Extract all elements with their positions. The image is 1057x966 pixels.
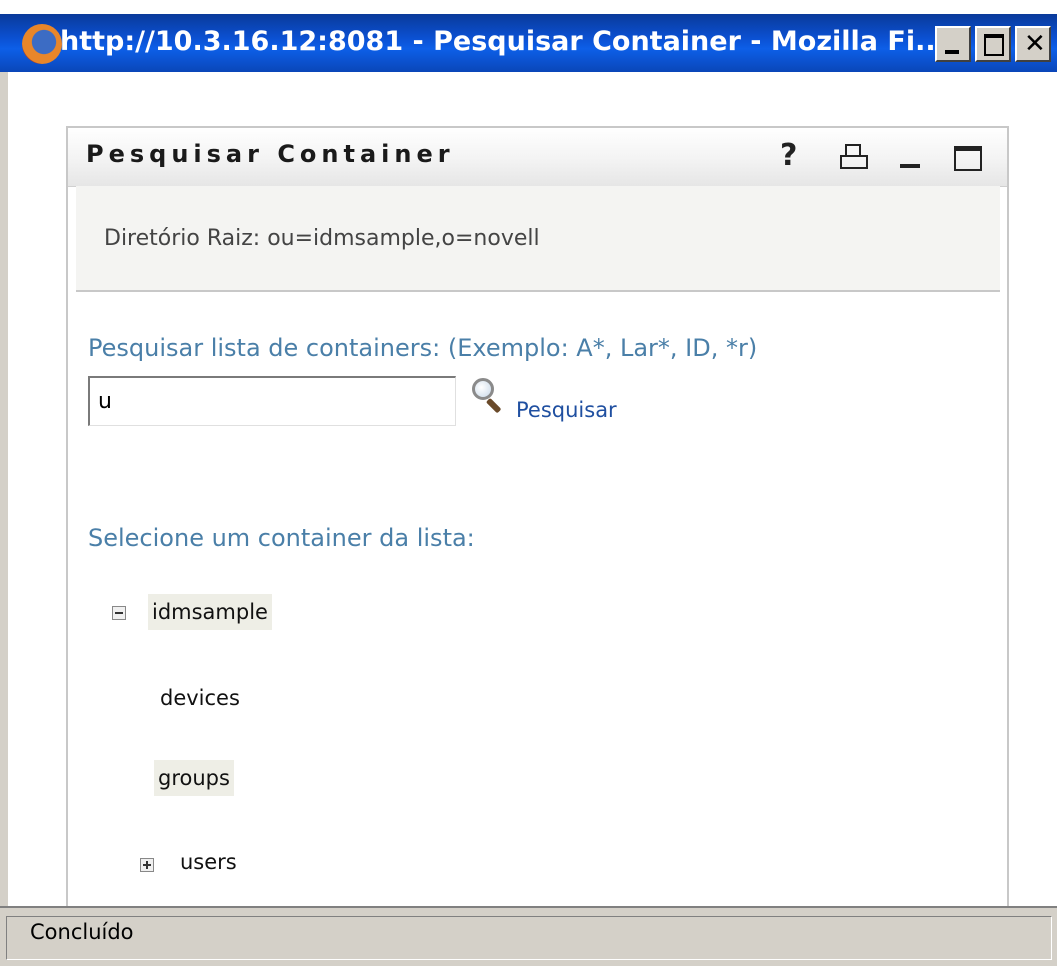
- print-icon[interactable]: [840, 138, 868, 174]
- container-tree: idmsample devices groups users: [88, 580, 318, 910]
- panel-header: Pesquisar Container ?: [68, 128, 1007, 187]
- search-link[interactable]: Pesquisar: [516, 398, 617, 422]
- tree-node-label: users: [180, 850, 237, 874]
- status-bar: Concluído: [0, 906, 1057, 966]
- panel-title: Pesquisar Container: [86, 140, 455, 168]
- tree-node-label: devices: [160, 686, 240, 710]
- minimize-icon[interactable]: [900, 138, 922, 174]
- firefox-icon: [22, 24, 62, 64]
- collapse-icon[interactable]: [112, 606, 126, 620]
- tree-node-devices[interactable]: devices: [156, 680, 244, 716]
- root-directory-band: Diretório Raiz: ou=idmsample,o=novell: [76, 186, 1000, 292]
- expand-icon[interactable]: [140, 858, 154, 872]
- window-maximize-button[interactable]: [975, 26, 1011, 62]
- maximize-icon[interactable]: [954, 138, 982, 174]
- select-container-label: Selecione um container da lista:: [88, 524, 475, 552]
- search-label: Pesquisar lista de containers: (Exemplo:…: [88, 334, 758, 362]
- browser-window: http://10.3.16.12:8081 - Pesquisar Conta…: [0, 0, 1057, 966]
- window-close-button[interactable]: ✕: [1015, 26, 1051, 62]
- window-title: http://10.3.16.12:8081 - Pesquisar Conta…: [60, 26, 946, 57]
- window-minimize-button[interactable]: [935, 26, 971, 62]
- tree-node-label: idmsample: [148, 594, 272, 630]
- status-panel: [6, 916, 1052, 960]
- root-directory-label: Diretório Raiz: ou=idmsample,o=novell: [104, 226, 540, 251]
- tree-node-idmsample[interactable]: idmsample: [148, 594, 272, 630]
- title-bar: http://10.3.16.12:8081 - Pesquisar Conta…: [0, 14, 1057, 72]
- search-icon[interactable]: [470, 376, 506, 414]
- status-text: Concluído: [30, 920, 134, 944]
- tree-node-label: groups: [154, 760, 234, 796]
- help-icon[interactable]: ?: [780, 138, 804, 174]
- tree-node-users[interactable]: users: [176, 844, 241, 880]
- close-icon: ✕: [1024, 29, 1046, 59]
- search-input[interactable]: [88, 376, 456, 426]
- search-container-panel: Pesquisar Container ? Diretório Raiz: ou…: [66, 126, 1009, 910]
- tree-node-groups[interactable]: groups: [154, 760, 234, 796]
